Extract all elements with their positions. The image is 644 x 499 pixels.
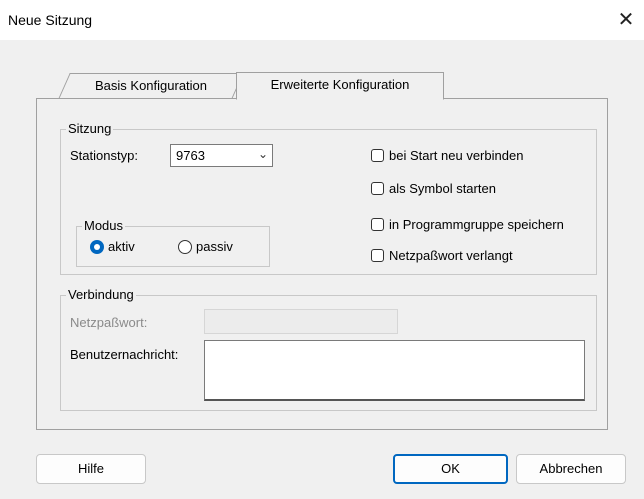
netzpasswort-label: Netzpaßwort: xyxy=(70,315,148,330)
tab-label: Erweiterte Konfiguration xyxy=(270,77,410,92)
stationstyp-label: Stationstyp: xyxy=(70,148,138,163)
checkbox-label: bei Start neu verbinden xyxy=(389,148,524,163)
checkbox-label: Netzpaßwort verlangt xyxy=(389,248,513,263)
checkbox-label: in Programmgruppe speichern xyxy=(389,217,564,232)
netzpasswort-input xyxy=(204,309,398,334)
group-label-verbindung: Verbindung xyxy=(66,287,136,302)
close-icon[interactable]: ✕ xyxy=(612,6,640,34)
tab-erweiterte-konfiguration[interactable]: Erweiterte Konfiguration xyxy=(236,72,444,100)
checkbox-label: als Symbol starten xyxy=(389,181,496,196)
group-label-modus: Modus xyxy=(82,218,126,233)
benutzernachricht-label: Benutzernachricht: xyxy=(70,347,179,362)
window-title: Neue Sitzung xyxy=(8,12,93,28)
radio-aktiv[interactable] xyxy=(90,240,104,254)
tab-joint xyxy=(237,97,443,100)
stationstyp-dropdown[interactable]: 9763 ⌄ xyxy=(170,144,273,167)
title-bar xyxy=(0,0,644,40)
checkbox-als-symbol-starten[interactable] xyxy=(371,182,384,195)
chevron-down-icon: ⌄ xyxy=(257,147,268,161)
checkbox-netzpasswort-verlangt[interactable] xyxy=(371,249,384,262)
radio-label: passiv xyxy=(196,239,233,254)
checkbox-in-programmgruppe-speichern[interactable] xyxy=(371,218,384,231)
tab-basis-konfiguration[interactable]: Basis Konfiguration xyxy=(58,73,244,99)
checkbox-bei-start-neu-verbinden[interactable] xyxy=(371,149,384,162)
stationstyp-value: 9763 xyxy=(176,148,205,163)
cancel-button[interactable]: Abbrechen xyxy=(516,454,626,484)
ok-button[interactable]: OK xyxy=(393,454,508,484)
tab-label: Basis Konfiguration xyxy=(94,78,207,93)
radio-label: aktiv xyxy=(108,239,135,254)
benutzernachricht-input[interactable] xyxy=(204,340,585,401)
radio-passiv[interactable] xyxy=(178,240,192,254)
group-label-sitzung: Sitzung xyxy=(66,121,114,136)
help-button[interactable]: Hilfe xyxy=(36,454,146,484)
